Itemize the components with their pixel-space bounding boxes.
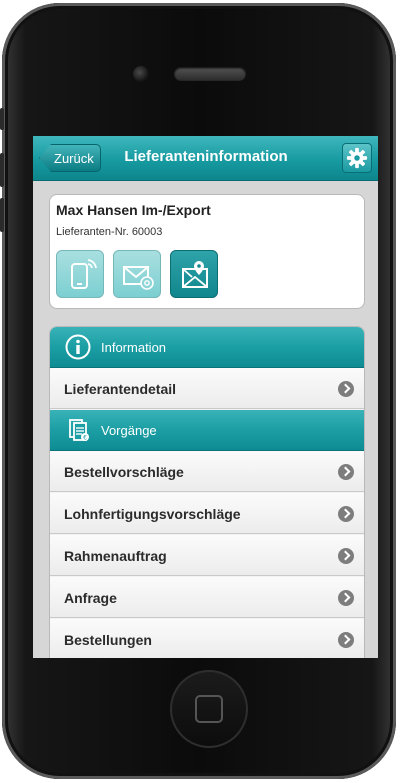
list-item-label: Bestellvorschläge [64,464,184,480]
email-icon [123,266,154,290]
supplier-card: Max Hansen Im-/Export Lieferanten-Nr. 60… [49,194,365,309]
volume-up-button [0,153,4,187]
phone-icon [71,259,97,289]
list-item-label: Lieferantendetail [64,381,177,397]
phone-frame: Zurück Lieferanteninformation Max Hansen… [0,3,396,779]
settings-button[interactable] [342,143,372,173]
list-item-label: Anfrage [64,590,117,606]
info-icon [65,334,91,360]
home-square-icon [195,695,223,723]
chevron-right-icon [338,381,354,397]
app-screen: Zurück Lieferanteninformation Max Hansen… [33,136,378,658]
back-button[interactable]: Zurück [39,144,101,172]
documents-icon: € [69,419,89,442]
section-header-information: Information [50,327,364,368]
list-item-label: Bestellungen [64,632,152,648]
chevron-right-icon [338,548,354,564]
volume-down-button [0,198,4,232]
home-button[interactable] [170,670,248,748]
mute-switch [0,108,4,130]
list-item-lieferantendetail[interactable]: Lieferantendetail [50,368,364,409]
svg-text:€: € [83,435,87,442]
chevron-right-icon [338,506,354,522]
page-title: Lieferanteninformation [124,148,288,165]
section-header-vorgaenge: € Vorgänge [50,410,364,451]
map-button[interactable] [170,250,218,298]
list-item-lohnfertigungsvorschlaege[interactable]: Lohnfertigungsvorschläge [50,493,364,534]
list-item-label: Rahmenauftrag [64,548,167,564]
email-button[interactable] [113,250,161,298]
section-title-vorgaenge: Vorgänge [101,423,157,438]
chevron-right-icon [338,590,354,606]
gear-icon [346,147,368,169]
section-title-information: Information [101,340,167,355]
chevron-right-icon [338,632,354,648]
list-item-rahmenauftrag[interactable]: Rahmenauftrag [50,535,364,576]
supplier-name: Max Hansen Im-/Export [56,202,211,218]
front-camera [133,66,149,82]
list-item-bestellungen[interactable]: Bestellungen [50,619,364,658]
menu-list: Information Lieferantendetail € Vorgänge [49,326,365,658]
map-letter-icon [182,261,208,288]
supplier-number: Lieferanten-Nr. 60003 [56,226,163,238]
earpiece-speaker [174,67,246,81]
chevron-right-icon [338,464,354,480]
navigation-bar: Zurück Lieferanteninformation [33,136,378,181]
list-item-anfrage[interactable]: Anfrage [50,577,364,618]
call-button[interactable] [56,250,104,298]
list-item-label: Lohnfertigungsvorschläge [64,506,241,522]
list-item-bestellvorschlaege[interactable]: Bestellvorschläge [50,451,364,492]
